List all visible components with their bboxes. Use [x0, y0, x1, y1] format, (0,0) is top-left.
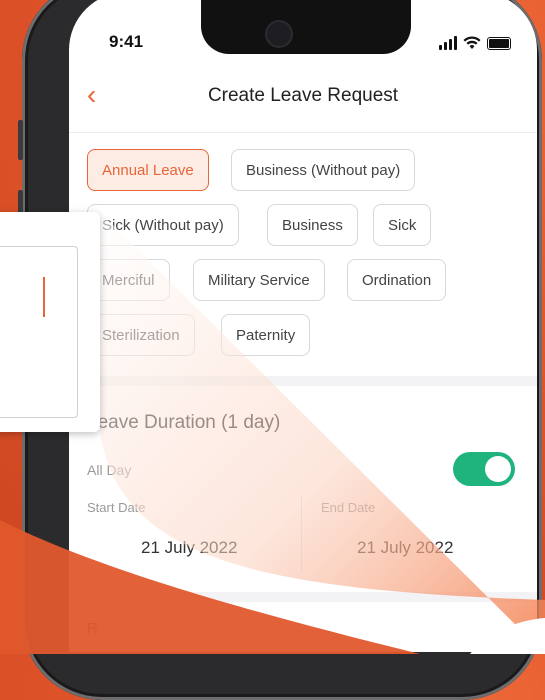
chip-sterilization[interactable]: Sterilization [87, 314, 195, 356]
date-divider [301, 496, 302, 572]
chip-annual-leave[interactable]: Annual Leave [87, 149, 209, 191]
start-date-value[interactable]: 21 July 2022 [141, 538, 237, 558]
all-day-label: All Day [87, 462, 132, 478]
header: ‹ Create Leave Request [69, 77, 537, 117]
chip-business-without-pay[interactable]: Business (Without pay) [231, 149, 416, 191]
chip-sick[interactable]: Sick [373, 204, 432, 246]
battery-icon [487, 37, 511, 50]
chip-military-service[interactable]: Military Service [193, 259, 325, 301]
header-divider [69, 132, 537, 133]
zoom-callout-card [0, 212, 100, 432]
next-section-label: R [87, 620, 98, 637]
start-date-label: Start Date [87, 500, 146, 515]
wifi-icon [463, 36, 481, 49]
phone-screen: 9:41 ‹ Create Leave Request Annual Leave… [69, 0, 537, 652]
status-time: 9:41 [109, 32, 144, 51]
end-date-label: End Date [321, 500, 376, 515]
all-day-toggle[interactable] [453, 452, 515, 486]
notch [201, 0, 411, 54]
camera-icon [267, 22, 291, 46]
signal-icon [439, 36, 457, 50]
toggle-knob [485, 456, 511, 482]
chip-paternity[interactable]: Paternity [221, 314, 311, 356]
leave-duration-title: Leave Duration (1 day) [87, 412, 281, 433]
chip-business[interactable]: Business [267, 204, 358, 246]
zoomed-text-field[interactable] [0, 246, 78, 418]
section-divider [69, 376, 537, 386]
page-title: Create Leave Request [207, 85, 399, 106]
status-icons [439, 36, 511, 50]
end-date-value[interactable]: 21 July 2022 [357, 538, 453, 558]
section-divider-2 [69, 592, 537, 602]
chip-sick-without-pay[interactable]: Sick (Without pay) [87, 204, 239, 246]
chip-ordination[interactable]: Ordination [347, 259, 447, 301]
text-caret [43, 277, 45, 317]
phone-frame: 9:41 ‹ Create Leave Request Annual Leave… [18, 0, 542, 700]
mute-switch [18, 120, 23, 160]
